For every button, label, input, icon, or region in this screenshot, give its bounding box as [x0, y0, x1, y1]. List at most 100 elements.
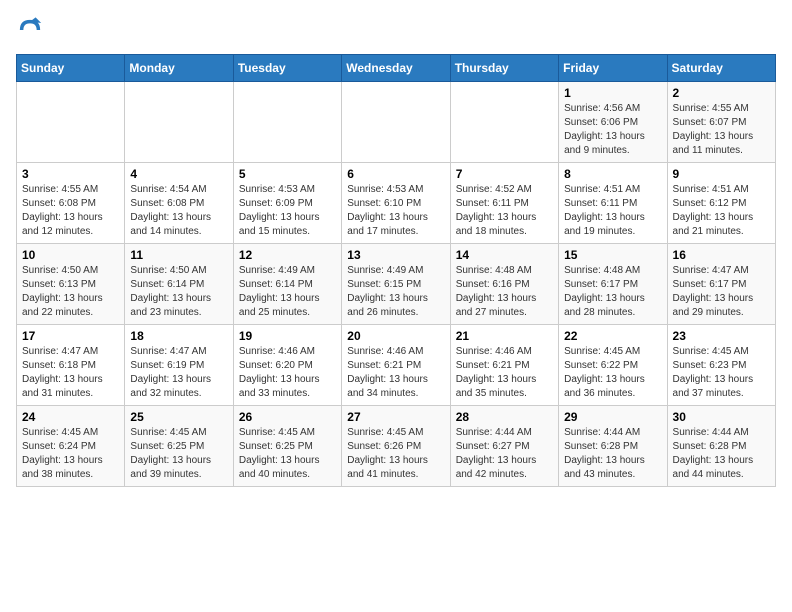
- calendar-cell: 2 Sunrise: 4:55 AM Sunset: 6:07 PM Daylig…: [667, 82, 775, 163]
- calendar-cell: [342, 82, 450, 163]
- day-number: 16: [673, 248, 770, 262]
- day-info: Sunrise: 4:52 AM Sunset: 6:11 PM Dayligh…: [456, 183, 553, 239]
- calendar-cell: 12 Sunrise: 4:49 AM Sunset: 6:14 PM Dayli…: [233, 244, 341, 325]
- day-number: 23: [673, 329, 770, 343]
- calendar-cell: 18 Sunrise: 4:47 AM Sunset: 6:19 PM Dayli…: [125, 325, 233, 406]
- weekday-header-friday: Friday: [559, 55, 667, 82]
- day-number: 5: [239, 167, 336, 181]
- weekday-header-saturday: Saturday: [667, 55, 775, 82]
- day-info: Sunrise: 4:47 AM Sunset: 6:17 PM Dayligh…: [673, 264, 770, 320]
- day-info: Sunrise: 4:55 AM Sunset: 6:07 PM Dayligh…: [673, 102, 770, 158]
- day-info: Sunrise: 4:56 AM Sunset: 6:06 PM Dayligh…: [564, 102, 661, 158]
- day-info: Sunrise: 4:45 AM Sunset: 6:23 PM Dayligh…: [673, 345, 770, 401]
- calendar-cell: 23 Sunrise: 4:45 AM Sunset: 6:23 PM Dayli…: [667, 325, 775, 406]
- day-info: Sunrise: 4:51 AM Sunset: 6:12 PM Dayligh…: [673, 183, 770, 239]
- calendar-cell: 27 Sunrise: 4:45 AM Sunset: 6:26 PM Dayli…: [342, 406, 450, 487]
- calendar-cell: 17 Sunrise: 4:47 AM Sunset: 6:18 PM Dayli…: [17, 325, 125, 406]
- day-info: Sunrise: 4:50 AM Sunset: 6:14 PM Dayligh…: [130, 264, 227, 320]
- calendar-cell: 4 Sunrise: 4:54 AM Sunset: 6:08 PM Daylig…: [125, 163, 233, 244]
- day-number: 11: [130, 248, 227, 262]
- weekday-header-tuesday: Tuesday: [233, 55, 341, 82]
- calendar-table: SundayMondayTuesdayWednesdayThursdayFrid…: [16, 54, 776, 487]
- calendar-cell: 1 Sunrise: 4:56 AM Sunset: 6:06 PM Daylig…: [559, 82, 667, 163]
- calendar-cell: 22Sunrise: 4:45 AM Sunset: 6:22 PM Dayli…: [559, 325, 667, 406]
- day-number: 26: [239, 410, 336, 424]
- day-info: Sunrise: 4:45 AM Sunset: 6:26 PM Dayligh…: [347, 426, 444, 482]
- calendar-cell: 29 Sunrise: 4:44 AM Sunset: 6:28 PM Dayli…: [559, 406, 667, 487]
- day-info: Sunrise: 4:49 AM Sunset: 6:14 PM Dayligh…: [239, 264, 336, 320]
- calendar-cell: 3 Sunrise: 4:55 AM Sunset: 6:08 PM Daylig…: [17, 163, 125, 244]
- calendar-week-5: 24Sunrise: 4:45 AM Sunset: 6:24 PM Dayli…: [17, 406, 776, 487]
- day-info: Sunrise: 4:55 AM Sunset: 6:08 PM Dayligh…: [22, 183, 119, 239]
- day-number: 21: [456, 329, 553, 343]
- day-info: Sunrise: 4:45 AM Sunset: 6:24 PM Dayligh…: [22, 426, 119, 482]
- weekday-header-thursday: Thursday: [450, 55, 558, 82]
- calendar-cell: 20 Sunrise: 4:46 AM Sunset: 6:21 PM Dayli…: [342, 325, 450, 406]
- calendar-cell: 11 Sunrise: 4:50 AM Sunset: 6:14 PM Dayli…: [125, 244, 233, 325]
- day-info: Sunrise: 4:44 AM Sunset: 6:27 PM Dayligh…: [456, 426, 553, 482]
- day-info: Sunrise: 4:46 AM Sunset: 6:21 PM Dayligh…: [347, 345, 444, 401]
- day-number: 17: [22, 329, 119, 343]
- day-number: 8: [564, 167, 661, 181]
- day-info: Sunrise: 4:46 AM Sunset: 6:20 PM Dayligh…: [239, 345, 336, 401]
- calendar-header: SundayMondayTuesdayWednesdayThursdayFrid…: [17, 55, 776, 82]
- calendar-cell: 16 Sunrise: 4:47 AM Sunset: 6:17 PM Dayli…: [667, 244, 775, 325]
- day-info: Sunrise: 4:54 AM Sunset: 6:08 PM Dayligh…: [130, 183, 227, 239]
- calendar-cell: 26Sunrise: 4:45 AM Sunset: 6:25 PM Dayli…: [233, 406, 341, 487]
- calendar-cell: 30 Sunrise: 4:44 AM Sunset: 6:28 PM Dayli…: [667, 406, 775, 487]
- day-number: 13: [347, 248, 444, 262]
- day-number: 15: [564, 248, 661, 262]
- calendar-week-2: 3 Sunrise: 4:55 AM Sunset: 6:08 PM Daylig…: [17, 163, 776, 244]
- day-number: 29: [564, 410, 661, 424]
- day-number: 4: [130, 167, 227, 181]
- day-number: 18: [130, 329, 227, 343]
- day-info: Sunrise: 4:47 AM Sunset: 6:19 PM Dayligh…: [130, 345, 227, 401]
- day-info: Sunrise: 4:45 AM Sunset: 6:25 PM Dayligh…: [130, 426, 227, 482]
- day-info: Sunrise: 4:49 AM Sunset: 6:15 PM Dayligh…: [347, 264, 444, 320]
- day-number: 20: [347, 329, 444, 343]
- weekday-header-sunday: Sunday: [17, 55, 125, 82]
- day-number: 3: [22, 167, 119, 181]
- day-info: Sunrise: 4:44 AM Sunset: 6:28 PM Dayligh…: [564, 426, 661, 482]
- day-number: 9: [673, 167, 770, 181]
- day-info: Sunrise: 4:53 AM Sunset: 6:10 PM Dayligh…: [347, 183, 444, 239]
- header: [16, 16, 776, 44]
- weekday-header-monday: Monday: [125, 55, 233, 82]
- day-info: Sunrise: 4:46 AM Sunset: 6:21 PM Dayligh…: [456, 345, 553, 401]
- calendar-cell: 28 Sunrise: 4:44 AM Sunset: 6:27 PM Dayli…: [450, 406, 558, 487]
- day-number: 19: [239, 329, 336, 343]
- calendar-cell: [125, 82, 233, 163]
- day-info: Sunrise: 4:44 AM Sunset: 6:28 PM Dayligh…: [673, 426, 770, 482]
- weekday-header-wednesday: Wednesday: [342, 55, 450, 82]
- day-number: 22: [564, 329, 661, 343]
- day-number: 25: [130, 410, 227, 424]
- calendar-week-3: 10Sunrise: 4:50 AM Sunset: 6:13 PM Dayli…: [17, 244, 776, 325]
- calendar-cell: 6 Sunrise: 4:53 AM Sunset: 6:10 PM Daylig…: [342, 163, 450, 244]
- calendar-cell: 7Sunrise: 4:52 AM Sunset: 6:11 PM Daylig…: [450, 163, 558, 244]
- calendar-cell: 14Sunrise: 4:48 AM Sunset: 6:16 PM Dayli…: [450, 244, 558, 325]
- day-number: 2: [673, 86, 770, 100]
- calendar-week-1: 1 Sunrise: 4:56 AM Sunset: 6:06 PM Daylig…: [17, 82, 776, 163]
- calendar-cell: [450, 82, 558, 163]
- calendar-cell: 5Sunrise: 4:53 AM Sunset: 6:09 PM Daylig…: [233, 163, 341, 244]
- day-info: Sunrise: 4:48 AM Sunset: 6:17 PM Dayligh…: [564, 264, 661, 320]
- calendar-cell: 15 Sunrise: 4:48 AM Sunset: 6:17 PM Dayli…: [559, 244, 667, 325]
- calendar-week-4: 17 Sunrise: 4:47 AM Sunset: 6:18 PM Dayli…: [17, 325, 776, 406]
- logo: [16, 16, 48, 44]
- calendar-cell: 19 Sunrise: 4:46 AM Sunset: 6:20 PM Dayli…: [233, 325, 341, 406]
- weekday-row: SundayMondayTuesdayWednesdayThursdayFrid…: [17, 55, 776, 82]
- calendar-cell: 24Sunrise: 4:45 AM Sunset: 6:24 PM Dayli…: [17, 406, 125, 487]
- day-number: 14: [456, 248, 553, 262]
- day-number: 1: [564, 86, 661, 100]
- logo-icon: [16, 16, 44, 44]
- day-number: 28: [456, 410, 553, 424]
- calendar-body: 1 Sunrise: 4:56 AM Sunset: 6:06 PM Daylig…: [17, 82, 776, 487]
- day-number: 27: [347, 410, 444, 424]
- day-number: 6: [347, 167, 444, 181]
- calendar-cell: [233, 82, 341, 163]
- day-info: Sunrise: 4:47 AM Sunset: 6:18 PM Dayligh…: [22, 345, 119, 401]
- day-number: 30: [673, 410, 770, 424]
- calendar-cell: 8 Sunrise: 4:51 AM Sunset: 6:11 PM Daylig…: [559, 163, 667, 244]
- day-info: Sunrise: 4:51 AM Sunset: 6:11 PM Dayligh…: [564, 183, 661, 239]
- day-number: 12: [239, 248, 336, 262]
